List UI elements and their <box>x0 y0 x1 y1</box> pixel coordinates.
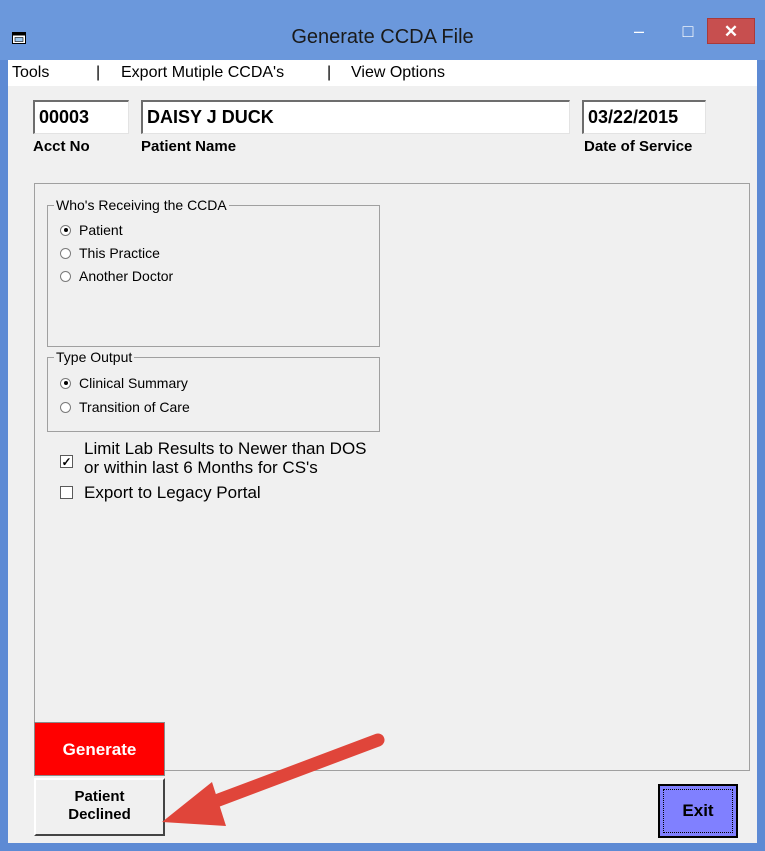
date-of-service-label: Date of Service <box>584 138 693 155</box>
radio-transition-of-care-label: Transition of Care <box>79 399 190 415</box>
patient-declined-button[interactable]: Patient Declined <box>34 778 165 836</box>
menu-separator: | <box>96 64 101 81</box>
generate-button[interactable]: Generate <box>34 722 165 776</box>
radio-patient-label: Patient <box>79 222 123 238</box>
menu-separator: | <box>327 64 332 81</box>
generate-ccda-window: Generate CCDA File – □ ✕ Tools | Export … <box>0 0 765 851</box>
legacy-portal-checkbox[interactable] <box>60 486 73 499</box>
radio-unselected-icon[interactable] <box>60 247 71 259</box>
radio-selected-icon[interactable] <box>60 224 71 236</box>
radio-another-doctor[interactable]: Another Doctor <box>60 267 173 285</box>
acct-no-label: Acct No <box>33 138 90 155</box>
radio-transition-of-care[interactable]: Transition of Care <box>60 398 190 416</box>
radio-unselected-icon[interactable] <box>60 270 71 282</box>
menu-item-export-multiple[interactable]: Export Mutiple CCDA's <box>121 60 284 86</box>
menu-bar: Tools | Export Mutiple CCDA's | View Opt… <box>8 60 757 86</box>
close-button[interactable]: ✕ <box>707 18 755 44</box>
radio-unselected-icon[interactable] <box>60 401 71 413</box>
radio-selected-icon[interactable] <box>60 377 71 389</box>
limit-lab-checkbox[interactable]: ✓ <box>60 455 73 468</box>
limit-lab-label-line1: Limit Lab Results to Newer than DOS <box>84 439 367 458</box>
radio-patient[interactable]: Patient <box>60 221 123 239</box>
type-output-groupbox: Type Output Clinical Summary Transition … <box>47 348 380 432</box>
patient-name-field[interactable]: DAISY J DUCK <box>141 100 570 134</box>
patient-declined-line1: Patient <box>74 788 125 805</box>
radio-this-practice[interactable]: This Practice <box>60 244 160 262</box>
receiving-groupbox: Who's Receiving the CCDA Patient This Pr… <box>47 196 380 347</box>
maximize-button[interactable]: □ <box>667 18 709 44</box>
options-panel: Who's Receiving the CCDA Patient This Pr… <box>34 183 750 771</box>
minimize-button[interactable]: – <box>618 18 660 44</box>
patient-declined-line2: Declined <box>68 806 131 823</box>
exit-button[interactable]: Exit <box>658 784 738 838</box>
radio-this-practice-label: This Practice <box>79 245 160 261</box>
radio-clinical-summary[interactable]: Clinical Summary <box>60 374 188 392</box>
radio-clinical-summary-label: Clinical Summary <box>79 375 188 391</box>
menu-item-view-options[interactable]: View Options <box>351 60 445 86</box>
window-client-area: Tools | Export Mutiple CCDA's | View Opt… <box>8 60 757 843</box>
limit-lab-label-line2: or within last 6 Months for CS's <box>84 458 318 477</box>
title-bar[interactable]: Generate CCDA File – □ ✕ <box>0 0 765 60</box>
radio-another-doctor-label: Another Doctor <box>79 268 174 284</box>
acct-no-field[interactable]: 00003 <box>33 100 129 134</box>
date-of-service-field[interactable]: 03/22/2015 <box>582 100 706 134</box>
patient-name-label: Patient Name <box>141 138 237 155</box>
legacy-portal-label: Export to Legacy Portal <box>84 483 261 502</box>
type-output-group-title: Type Output <box>54 348 135 366</box>
menu-item-tools[interactable]: Tools <box>12 60 49 86</box>
receiving-group-title: Who's Receiving the CCDA <box>54 196 229 214</box>
